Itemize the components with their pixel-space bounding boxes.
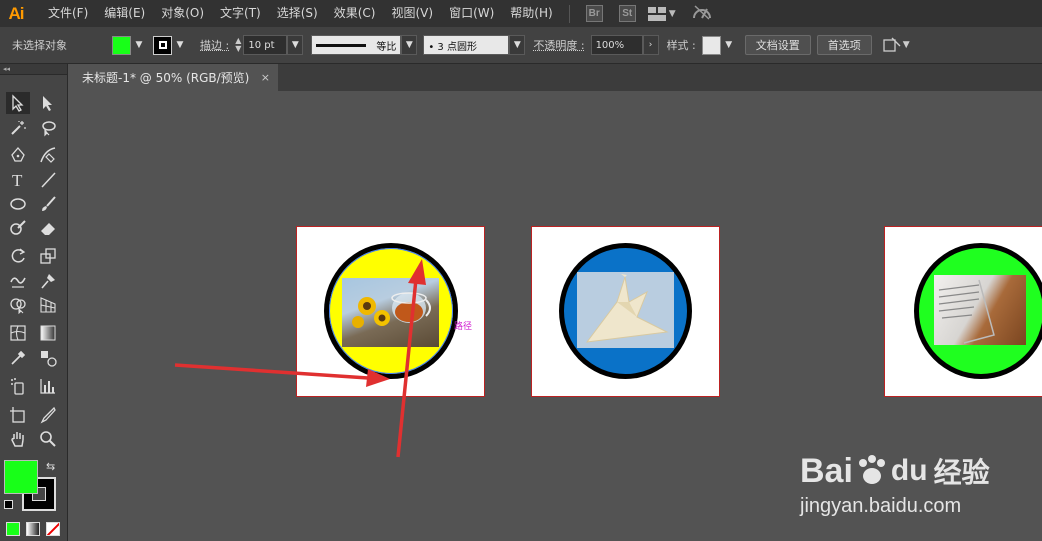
artboard-3[interactable] xyxy=(884,226,1042,397)
selection-status: 未选择对象 xyxy=(12,39,67,52)
line-segment-tool-icon[interactable] xyxy=(36,169,60,191)
hand-tool-icon[interactable] xyxy=(6,428,30,450)
app-logo: Ai xyxy=(8,3,25,23)
brush-definition[interactable]: • 3 点圆形 xyxy=(423,35,510,55)
curvature-tool-icon[interactable] xyxy=(36,144,60,166)
photo-book-pages xyxy=(934,275,1026,345)
lasso-tool-icon[interactable] xyxy=(36,117,60,139)
opacity-label[interactable]: 不透明度 : xyxy=(533,37,584,53)
stroke-weight-dropdown-icon[interactable]: ▼ xyxy=(287,35,304,55)
stroke-weight-input[interactable]: 10 pt xyxy=(243,35,288,55)
style-label: 样式 : xyxy=(666,39,696,52)
mesh-tool-icon[interactable] xyxy=(6,322,30,344)
close-tab-icon[interactable]: × xyxy=(261,71,270,84)
menu-type[interactable]: 文字(T) xyxy=(212,0,269,27)
artboard-tool-icon[interactable] xyxy=(6,404,30,426)
swap-colors-icon[interactable]: ⇆ xyxy=(46,460,55,473)
canvas[interactable]: 路径 Bai du 经验 jingyan.baidu.com xyxy=(70,91,1042,541)
column-graph-tool-icon[interactable] xyxy=(36,375,60,397)
shaper-tool-icon[interactable] xyxy=(6,217,30,239)
style-dropdown-icon[interactable]: ▼ xyxy=(721,35,737,55)
default-colors-icon[interactable] xyxy=(4,500,13,509)
tools-panel: ◂◂ T ⇆ xyxy=(0,64,68,541)
menu-view[interactable]: 视图(V) xyxy=(383,0,441,27)
gpu-performance-icon[interactable] xyxy=(692,4,712,23)
color-mode-icon[interactable] xyxy=(6,522,20,536)
direct-selection-tool-icon[interactable] xyxy=(36,92,60,114)
menu-file[interactable]: 文件(F) xyxy=(40,0,96,27)
profile-line xyxy=(316,43,367,47)
opacity-expand-icon[interactable]: › xyxy=(642,35,659,55)
perspective-grid-tool-icon[interactable] xyxy=(36,294,60,316)
watermark-brand-2: du xyxy=(890,454,928,487)
menu-help[interactable]: 帮助(H) xyxy=(502,0,560,27)
menu-separator xyxy=(568,4,570,23)
menu-window[interactable]: 窗口(W) xyxy=(441,0,502,27)
arrange-documents-icon[interactable]: ▼ xyxy=(883,37,910,53)
document-tab-title: 未标题-1* @ 50% (RGB/预览) xyxy=(82,71,250,85)
artboard-1[interactable]: 路径 xyxy=(296,226,485,397)
preferences-button[interactable]: 首选项 xyxy=(816,35,872,55)
stroke-weight-stepper-icon[interactable]: ▲ ▼ xyxy=(235,37,241,53)
magic-wand-tool-icon[interactable] xyxy=(6,117,30,139)
control-bar: 未选择对象 ▼ ▼ 描边 : ▲ ▼ 10 pt ▼ 等比 ▼ • 3 点圆形 ▼… xyxy=(0,27,1042,64)
none-mode-icon[interactable] xyxy=(46,522,60,536)
warp-tool-icon[interactable] xyxy=(6,270,30,292)
symbol-sprayer-tool-icon[interactable] xyxy=(6,375,30,397)
fill-color-swatch[interactable] xyxy=(112,35,131,55)
opacity-input[interactable]: 100% xyxy=(590,35,643,55)
fill-dropdown-icon[interactable]: ▼ xyxy=(131,35,147,55)
stroke-color-swatch[interactable] xyxy=(153,35,172,55)
profile-dropdown-icon[interactable]: ▼ xyxy=(401,35,418,55)
graphic-style-swatch[interactable] xyxy=(701,35,721,55)
watermark-url: jingyan.baidu.com xyxy=(800,495,962,517)
photo-tea-flowers xyxy=(342,278,439,347)
photo-paper-crane xyxy=(577,272,674,348)
gradient-mode-icon[interactable] xyxy=(26,522,40,536)
shape-builder-tool-icon[interactable] xyxy=(6,294,30,316)
variable-width-profile[interactable]: 等比 xyxy=(311,35,402,55)
eraser-tool-icon[interactable] xyxy=(36,217,60,239)
eyedropper-tool-icon[interactable] xyxy=(6,347,30,369)
artboard-2[interactable] xyxy=(531,226,720,397)
type-tool-icon[interactable]: T xyxy=(6,169,30,191)
gradient-tool-icon[interactable] xyxy=(36,322,60,344)
pen-tool-icon[interactable] xyxy=(6,144,30,166)
paw-icon xyxy=(855,453,889,490)
profile-label: 等比 xyxy=(376,41,397,53)
path-hint-label: 路径 xyxy=(454,322,473,332)
svg-text:T: T xyxy=(12,171,23,189)
menu-edit[interactable]: 编辑(E) xyxy=(96,0,153,27)
fill-color-box[interactable] xyxy=(4,460,38,494)
tools-panel-collapse-icon[interactable]: ◂◂ xyxy=(0,64,67,74)
menu-bar: Ai 文件(F) 编辑(E) 对象(O) 文字(T) 选择(S) 效果(C) 视… xyxy=(0,0,1042,27)
watermark-cn: 经验 xyxy=(933,456,990,489)
paintbrush-tool-icon[interactable] xyxy=(36,193,60,215)
ellipse-tool-icon[interactable] xyxy=(6,193,30,215)
document-tab-bar: 未标题-1* @ 50% (RGB/预览) × xyxy=(70,64,1042,91)
illustrator-window: Ai 文件(F) 编辑(E) 对象(O) 文字(T) 选择(S) 效果(C) 视… xyxy=(0,0,1042,541)
stock-button[interactable]: St xyxy=(618,5,636,22)
zoom-tool-icon[interactable] xyxy=(36,428,60,450)
document-tab[interactable]: 未标题-1* @ 50% (RGB/预览) × xyxy=(70,64,278,91)
blend-tool-icon[interactable] xyxy=(36,347,60,369)
stroke-label[interactable]: 描边 : xyxy=(200,37,229,53)
rotate-tool-icon[interactable] xyxy=(6,245,30,267)
baidu-watermark: Bai du 经验 jingyan.baidu.com xyxy=(800,451,1040,541)
watermark-brand: Bai xyxy=(800,451,853,490)
scale-tool-icon[interactable] xyxy=(36,245,60,267)
selection-tool-icon[interactable] xyxy=(6,92,30,114)
menu-effect[interactable]: 效果(C) xyxy=(326,0,384,27)
workspace-layout-icon[interactable]: ▼ xyxy=(647,6,676,21)
menu-select[interactable]: 选择(S) xyxy=(269,0,326,27)
document-setup-button[interactable]: 文档设置 xyxy=(744,35,811,55)
brush-dropdown-icon[interactable]: ▼ xyxy=(509,35,526,55)
stroke-dropdown-icon[interactable]: ▼ xyxy=(172,35,188,55)
puppet-warp-tool-icon[interactable] xyxy=(36,270,60,292)
slice-tool-icon[interactable] xyxy=(36,404,60,426)
bridge-button[interactable]: Br xyxy=(585,5,603,22)
menu-object[interactable]: 对象(O) xyxy=(153,0,212,27)
